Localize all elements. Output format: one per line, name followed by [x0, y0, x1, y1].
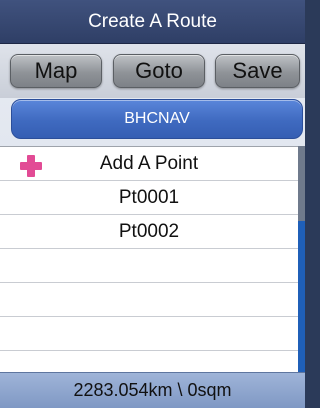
empty-row — [0, 317, 298, 351]
point-label: Pt0002 — [118, 220, 180, 242]
scrollbar-thumb[interactable] — [298, 221, 305, 372]
point-label: Pt0001 — [118, 186, 180, 208]
add-point-label: Add A Point — [99, 152, 199, 174]
goto-button[interactable]: Goto — [113, 54, 205, 88]
distance-area-readout: 2283.054km \ 0sqm — [73, 380, 232, 400]
scrollbar[interactable] — [298, 146, 305, 372]
title-bar: Create A Route — [0, 0, 305, 44]
plus-icon — [20, 155, 42, 177]
save-button[interactable]: Save — [215, 54, 300, 88]
toolbar: Map Goto Save — [0, 44, 305, 98]
map-button[interactable]: Map — [10, 54, 102, 88]
status-bar: 2283.054km \ 0sqm — [0, 372, 305, 408]
route-name-button[interactable]: BHCNAV — [11, 99, 303, 139]
device-screen: Create A Route Map Goto Save BHCNAV Add … — [0, 0, 305, 408]
point-list: Add A Point Pt0001 Pt0002 — [0, 146, 298, 372]
empty-row — [0, 283, 298, 317]
list-item[interactable]: Pt0002 — [0, 215, 298, 249]
empty-row — [0, 249, 298, 283]
route-name-label: BHCNAV — [124, 110, 190, 127]
list-item[interactable]: Pt0001 — [0, 181, 298, 215]
page-title: Create A Route — [88, 10, 217, 32]
add-point-row[interactable]: Add A Point — [0, 147, 298, 181]
